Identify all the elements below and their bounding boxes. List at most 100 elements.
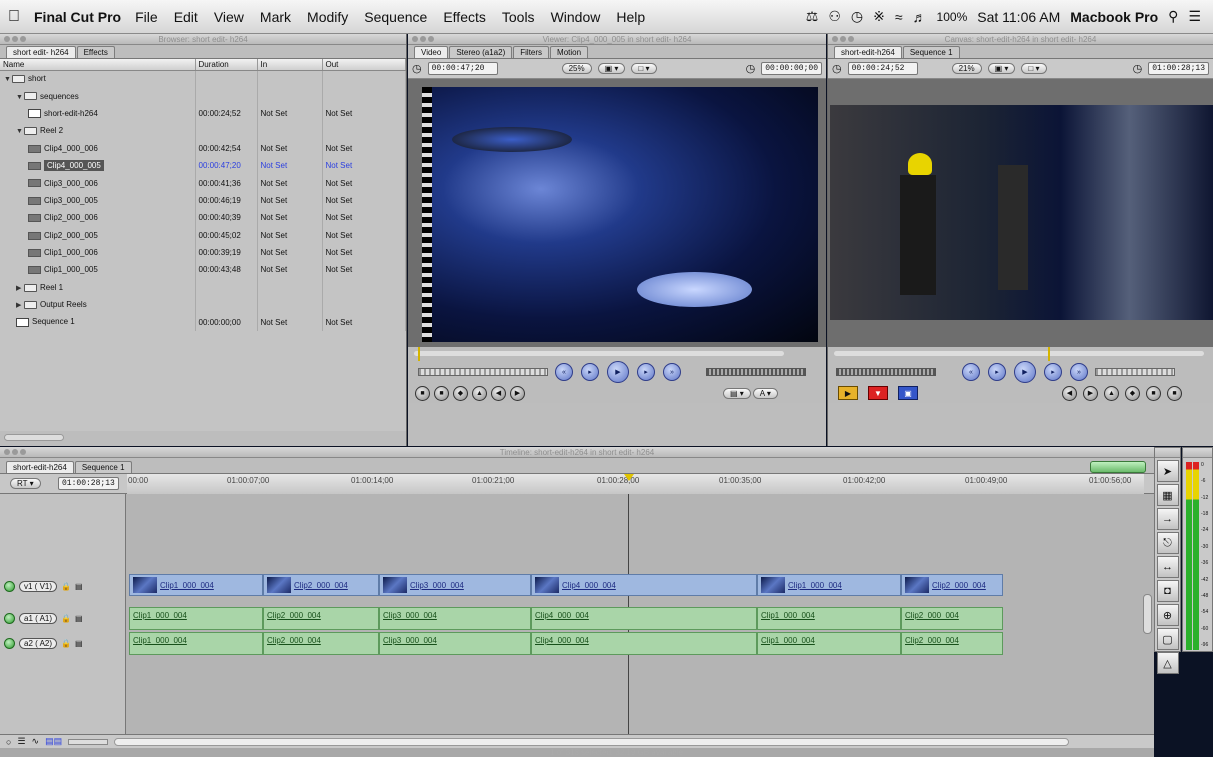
source-patch-a1[interactable]: a1 ( A1) <box>19 613 58 624</box>
track-select-tool-icon[interactable]: → <box>1156 508 1179 530</box>
mark-in-button[interactable]: ◀ <box>1062 385 1077 401</box>
audio-clip[interactable]: Clip2_000_004 <box>901 607 1003 630</box>
browser-row[interactable]: Clip2_000_006 00:00:40;39 Not Set Not Set <box>0 209 406 227</box>
zoom-slider[interactable] <box>68 738 109 745</box>
track-height-icon[interactable]: ☰ <box>17 736 25 747</box>
browser-row[interactable]: Clip3_000_005 00:00:46;19 Not Set Not Set <box>0 191 406 210</box>
play-around-button[interactable]: ▸ <box>637 363 655 381</box>
play-around-button[interactable]: ▸ <box>1044 363 1062 381</box>
track-audible-toggle[interactable] <box>4 638 15 649</box>
clock[interactable]: Sat 11:06 AM <box>977 9 1060 25</box>
crop-tool-icon[interactable]: ▢ <box>1156 628 1179 650</box>
keyframes-icon[interactable]: ∿ <box>32 736 40 747</box>
audio-clip[interactable]: Clip1_000_004 <box>129 632 263 655</box>
tab-sequence-1[interactable]: Sequence 1 <box>902 46 960 58</box>
slip-tool-icon[interactable]: ↔ <box>1156 556 1179 578</box>
col-name[interactable]: Name <box>0 59 196 71</box>
browser-row[interactable]: Clip2_000_005 00:00:45;02 Not Set Not Set <box>0 226 406 244</box>
disclosure-open-icon[interactable]: ▼ <box>16 128 24 135</box>
tab-project[interactable]: short edit- h264 <box>6 46 76 58</box>
edit-selection-tool-icon[interactable]: ▦ <box>1156 484 1179 506</box>
col-out[interactable]: Out <box>322 59 406 71</box>
window-controls[interactable] <box>4 449 26 455</box>
ripple-tool-icon[interactable]: ⎋ <box>1156 532 1179 554</box>
autoselect-icon[interactable]: ▤ <box>75 639 83 648</box>
mark-clip-button[interactable]: ■ <box>434 385 449 401</box>
viewer-scrubber[interactable] <box>408 347 826 361</box>
disclosure-open-icon[interactable]: ▼ <box>16 94 24 101</box>
video-clip[interactable]: Clip4_000_004 <box>531 574 757 596</box>
timeline-timecode[interactable]: 01:00:28;13 <box>58 477 119 490</box>
audio-clip[interactable]: Clip2_000_004 <box>263 607 379 630</box>
lock-icon[interactable]: 🔒 <box>61 614 71 623</box>
match-frame-button[interactable]: ■ <box>415 385 430 401</box>
col-in[interactable]: In <box>257 59 323 71</box>
vertical-scrollbar[interactable] <box>1143 594 1152 634</box>
menu-effects[interactable]: Effects <box>435 9 494 25</box>
audio-clip[interactable]: Clip2_000_004 <box>263 632 379 655</box>
play-button[interactable]: ▶ <box>607 361 629 383</box>
play-button[interactable]: ▶ <box>1014 361 1036 383</box>
menu-help[interactable]: Help <box>608 9 653 25</box>
horizontal-scrollbar[interactable] <box>4 434 64 441</box>
tab-stereo[interactable]: Stereo (a1a2) <box>449 46 513 58</box>
menu-file[interactable]: File <box>127 9 166 25</box>
jog-control[interactable] <box>418 368 548 376</box>
audio-clip[interactable]: Clip3_000_004 <box>379 632 531 655</box>
selection-tool-icon[interactable]: ➤ <box>1156 460 1179 482</box>
menu-view[interactable]: View <box>206 9 252 25</box>
shuttle-control[interactable] <box>706 368 806 376</box>
video-clip[interactable]: Clip2_000_004 <box>901 574 1003 596</box>
window-controls[interactable] <box>832 36 854 42</box>
disclosure-open-icon[interactable]: ▼ <box>4 76 12 83</box>
replace-edit-button[interactable]: ▣ <box>898 386 918 400</box>
add-marker-button[interactable]: ▲ <box>1104 385 1119 401</box>
canvas-duration-timecode[interactable]: 00:00:24;52 <box>847 62 918 75</box>
menu-tools[interactable]: Tools <box>494 9 543 25</box>
browser-row[interactable]: Clip1_000_005 00:00:43;48 Not Set Not Set <box>0 261 406 279</box>
canvas-current-timecode[interactable]: 01:00:28;13 <box>1148 62 1209 75</box>
clock-icon[interactable]: ◷ <box>746 62 756 75</box>
battery-status[interactable]: 100% <box>937 10 968 24</box>
video-clip[interactable]: Clip3_000_004 <box>379 574 531 596</box>
razor-tool-icon[interactable]: ◘ <box>1156 580 1179 602</box>
autoselect-icon[interactable]: ▤ <box>75 582 83 591</box>
viewer-current-timecode[interactable]: 00:00:00;00 <box>761 62 822 75</box>
prev-edit-button[interactable]: « <box>962 363 980 381</box>
spotlight-icon[interactable]: ⚲ <box>1168 8 1178 25</box>
disclosure-closed-icon[interactable]: ▶ <box>16 284 24 292</box>
generator-popup[interactable]: A ▾ <box>752 387 778 399</box>
browser-row[interactable]: ▼ Reel 2 <box>0 122 406 140</box>
browser-row[interactable]: ▶ Output Reels <box>0 296 406 314</box>
source-patch-a2[interactable]: a2 ( A2) <box>19 638 58 649</box>
track-visibility-toggle[interactable] <box>4 581 15 592</box>
menu-sequence[interactable]: Sequence <box>356 9 435 25</box>
disclosure-closed-icon[interactable]: ▶ <box>16 301 24 309</box>
volume-icon[interactable]: ♬ <box>913 9 927 25</box>
browser-row[interactable]: Clip3_000_006 00:00:41;36 Not Set Not Set <box>0 174 406 192</box>
insert-edit-button[interactable]: ▶ <box>838 386 858 400</box>
canvas-zoom-popup[interactable]: 21% <box>951 63 982 74</box>
video-clip[interactable]: Clip2_000_004 <box>263 574 379 596</box>
menu-modify[interactable]: Modify <box>299 9 356 25</box>
browser-row[interactable]: Clip1_000_006 00:00:39;19 Not Set Not Set <box>0 243 406 262</box>
shuttle-control[interactable] <box>836 368 936 376</box>
browser-row[interactable]: ▶ Reel 1 <box>0 278 406 297</box>
video-clip[interactable]: Clip1_000_004 <box>129 574 263 596</box>
canvas-playhead[interactable] <box>1048 347 1050 361</box>
viewer-video-area[interactable] <box>408 79 826 347</box>
timeline-playhead-marker[interactable] <box>624 474 634 481</box>
pen-tool-icon[interactable]: △ <box>1156 652 1179 674</box>
prev-edit-button[interactable]: « <box>555 363 573 381</box>
browser-row[interactable]: Clip4_000_005 00:00:47;20 Not Set Not Set <box>0 156 406 175</box>
viewer-playhead[interactable] <box>418 347 420 361</box>
audio-clip[interactable]: Clip2_000_004 <box>901 632 1003 655</box>
track-layout-icon[interactable]: ▤▤ <box>45 736 62 747</box>
bluetooth-icon[interactable]: ※ <box>873 8 885 25</box>
audio-clip[interactable]: Clip3_000_004 <box>379 607 531 630</box>
app-menu[interactable]: Final Cut Pro <box>28 9 127 25</box>
add-marker-button[interactable]: ▲ <box>472 385 487 401</box>
video-clip[interactable]: Clip1_000_004 <box>757 574 901 596</box>
browser-row[interactable]: Clip4_000_006 00:00:42;54 Not Set Not Set <box>0 139 406 157</box>
next-edit-button[interactable]: » <box>663 363 681 381</box>
